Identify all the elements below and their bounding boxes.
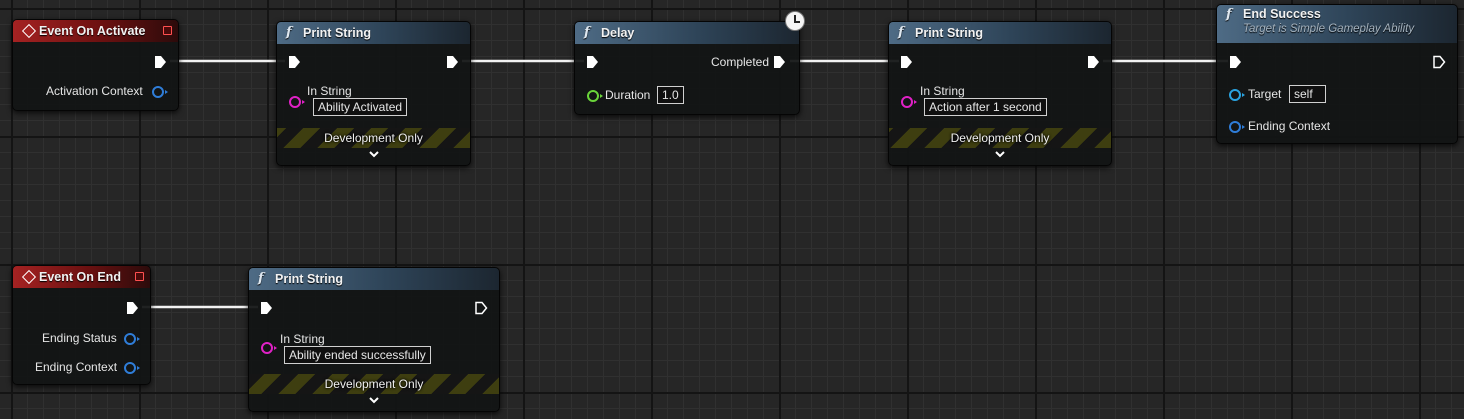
print-string-node[interactable]: f Print String In String Ability ended s… [248, 267, 500, 412]
node-title: Event On Activate [39, 24, 146, 38]
development-only-bar: Development Only [277, 128, 470, 148]
node-title: End Success [1243, 7, 1321, 21]
in-string-label: In String [280, 332, 325, 346]
exec-out-pin[interactable] [772, 55, 786, 69]
function-icon: f [286, 25, 292, 40]
event-on-activate-node[interactable]: Event On Activate Activation Context [12, 19, 179, 111]
development-only-bar: Development Only [249, 374, 499, 394]
print-string-node[interactable]: f Print String In String Ability Activat… [276, 21, 471, 166]
ending-context-label: Ending Context [1248, 119, 1331, 133]
in-string-pin[interactable] [901, 96, 917, 108]
exec-in-pin[interactable] [259, 301, 273, 315]
delegate-icon[interactable] [163, 26, 172, 35]
in-string-label: In String [307, 84, 352, 98]
node-title: Print String [303, 26, 372, 40]
exec-in-pin[interactable] [287, 55, 301, 69]
node-title: Print String [275, 272, 344, 286]
node-header[interactable]: Event On End [13, 266, 150, 288]
chevron-down-icon[interactable] [368, 151, 380, 159]
duration-field[interactable]: 1.0 [657, 86, 684, 104]
node-header[interactable]: f End Success Target is Simple Gameplay … [1217, 5, 1457, 43]
in-string-field[interactable]: Ability Activated [313, 98, 408, 116]
node-title: Delay [601, 26, 635, 40]
exec-in-pin[interactable] [585, 55, 599, 69]
ending-status-label: Ending Status [42, 331, 117, 345]
exec-out-pin[interactable] [153, 55, 167, 69]
in-string-field[interactable]: Ability ended successfully [284, 346, 431, 364]
delay-node[interactable]: f Delay Completed Duration 1.0 [574, 21, 800, 115]
node-header[interactable]: Event On Activate [13, 20, 178, 42]
event-icon [21, 23, 37, 39]
print-string-node[interactable]: f Print String In String Action after 1 … [888, 21, 1112, 166]
exec-out-pin[interactable] [474, 301, 488, 315]
exec-out-pin[interactable] [445, 55, 459, 69]
exec-out-pin[interactable] [1432, 55, 1446, 69]
in-string-pin[interactable] [261, 342, 277, 354]
development-only-bar: Development Only [889, 128, 1111, 148]
chevron-down-icon[interactable] [368, 397, 380, 405]
in-string-pin[interactable] [289, 96, 305, 108]
target-pin[interactable] [1229, 89, 1245, 101]
function-icon: f [584, 25, 590, 40]
node-subtitle: Target is Simple Gameplay Ability [1243, 23, 1415, 35]
duration-label: Duration [605, 88, 651, 102]
node-header[interactable]: f Print String [249, 268, 499, 290]
chevron-down-icon[interactable] [994, 151, 1006, 159]
in-string-field[interactable]: Action after 1 second [924, 98, 1047, 116]
exec-out-pin[interactable] [125, 301, 139, 315]
target-label: Target [1248, 87, 1282, 101]
end-success-node[interactable]: f End Success Target is Simple Gameplay … [1216, 4, 1458, 144]
target-field[interactable]: self [1289, 85, 1326, 103]
node-header[interactable]: f Delay [575, 22, 799, 44]
node-title: Event On End [39, 270, 121, 284]
node-title: Print String [915, 26, 984, 40]
event-icon [21, 269, 37, 285]
ending-context-label: Ending Context [35, 360, 118, 374]
delegate-icon[interactable] [135, 272, 144, 281]
function-icon: f [258, 271, 264, 286]
duration-pin[interactable] [587, 90, 603, 102]
ending-context-pin[interactable] [1229, 121, 1245, 133]
in-string-label: In String [920, 84, 965, 98]
exec-out-pin[interactable] [1086, 55, 1100, 69]
ending-context-pin[interactable] [124, 362, 140, 374]
node-header[interactable]: f Print String [889, 22, 1111, 44]
function-icon: f [898, 25, 904, 40]
function-icon: f [1226, 7, 1232, 22]
ending-status-pin[interactable] [124, 333, 140, 345]
activation-context-pin[interactable] [152, 86, 168, 98]
event-on-end-node[interactable]: Event On End Ending Status Ending Contex… [12, 265, 151, 385]
activation-context-label: Activation Context [46, 84, 143, 98]
node-header[interactable]: f Print String [277, 22, 470, 44]
exec-in-pin[interactable] [899, 55, 913, 69]
clock-icon [785, 11, 805, 31]
completed-label: Completed [711, 55, 770, 69]
exec-in-pin[interactable] [1228, 55, 1242, 69]
